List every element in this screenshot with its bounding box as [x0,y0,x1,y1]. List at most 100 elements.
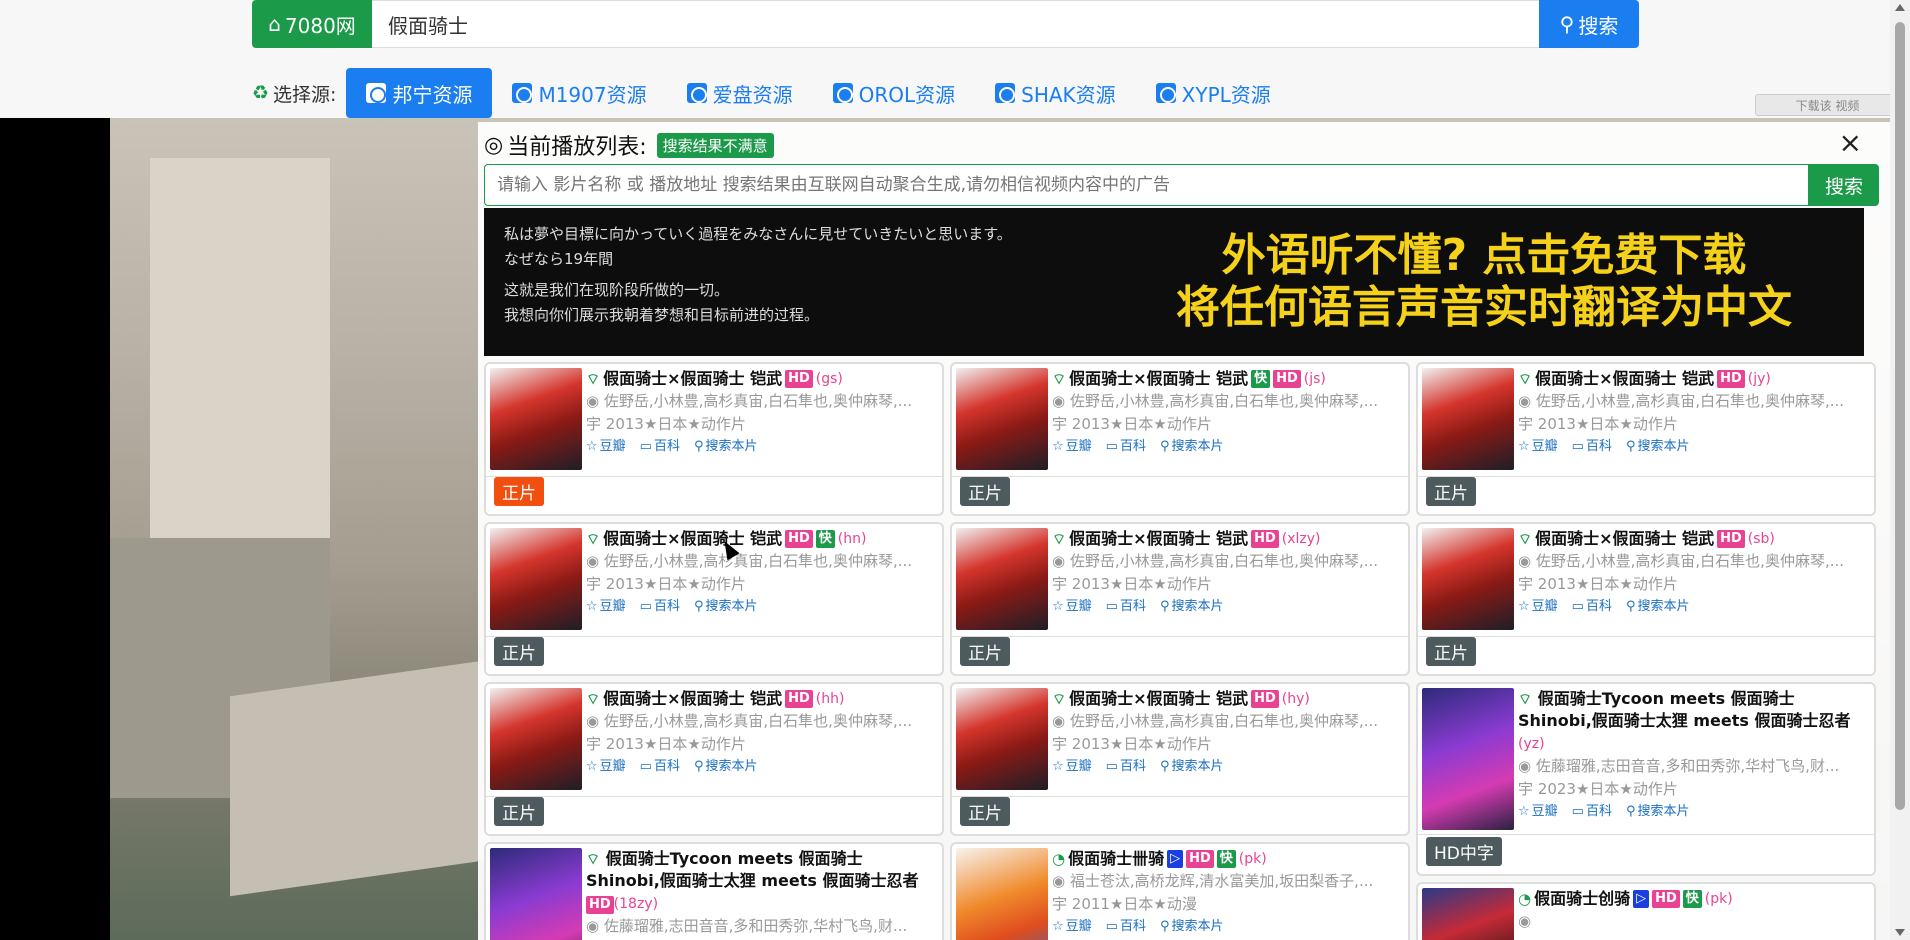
result-card[interactable]: ⌔ 假面骑士×假面骑士 铠武快 HD (js) ◉ 佐野岳,小林豊,高杉真宙,白石隼也… [950,362,1410,516]
result-card[interactable]: ◔ 假面骑士创骑 ▷ HD 快 (pk) ◉ [1416,882,1876,940]
source-tab-bangning[interactable]: 邦宁资源 [346,68,493,118]
result-card[interactable]: ⌔ 假面骑士×假面骑士 铠武 HD (sb) ◉ 佐野岳,小林豊,高杉真宙,白石隼也,… [1416,522,1876,676]
signal-icon: ⌔ [1518,370,1533,388]
douban-link[interactable]: ☆ 豆瓣 [1518,436,1558,458]
result-card[interactable]: ⌔ 假面骑士×假面骑士 铠武 HD (hy) ◉ 佐野岳,小林豊,高杉真宙,白石隼也,… [950,682,1410,836]
poster-thumbnail[interactable] [956,848,1048,940]
poster-thumbnail[interactable] [490,368,582,470]
page-scrollbar[interactable] [1890,0,1910,940]
douban-link[interactable]: ☆ 豆瓣 [586,436,626,458]
baike-link[interactable]: ▭ 百科 [1106,436,1146,458]
panel-search-input[interactable] [484,164,1809,206]
baike-link[interactable]: ▭ 百科 [640,596,680,618]
baike-link[interactable]: ▭ 百科 [1106,596,1146,618]
result-card[interactable]: ⌔ 假面骑士×假面骑士 铠武 HD (xlzy) ◉ 佐野岳,小林豊,高杉真宙,白石隼… [950,522,1410,676]
search-film-link[interactable]: ⚲ 搜索本片 [1160,756,1224,778]
search-input[interactable] [372,0,1539,48]
baike-link[interactable]: ▭ 百科 [1572,436,1612,458]
card-title[interactable]: 假面骑士卌骑 [1068,848,1164,870]
poster-thumbnail[interactable] [1422,888,1514,940]
search-film-link[interactable]: ⚲ 搜索本片 [1626,436,1690,458]
search-film-link[interactable]: ⚲ 搜索本片 [694,596,758,618]
close-panel-button[interactable]: × [1839,128,1862,158]
status-badge[interactable]: HD中字 [1426,837,1502,866]
card-title[interactable]: 假面骑士Tycoon meets 假面骑士Shinobi,假面骑士太狸 meet… [586,849,919,890]
search-film-link[interactable]: ⚲ 搜索本片 [1626,801,1690,823]
scroll-up-arrow-icon[interactable] [1895,4,1905,11]
source-code: (yz) [1518,736,1545,752]
baike-link[interactable]: ▭ 百科 [640,436,680,458]
card-title[interactable]: 假面骑士×假面骑士 铠武 [1535,528,1714,550]
search-film-link[interactable]: ⚲ 搜索本片 [1160,596,1224,618]
card-title[interactable]: 假面骑士×假面骑士 铠武 [603,528,782,550]
card-title[interactable]: 假面骑士Tycoon meets 假面骑士Shinobi,假面骑士太狸 meet… [1518,689,1851,730]
unsatisfied-results-button[interactable]: 搜索结果不满意 [656,132,774,158]
source-tab-m1907[interactable]: M1907资源 [492,68,666,118]
status-badge[interactable]: 正片 [494,477,544,506]
status-badge[interactable]: 正片 [960,797,1010,826]
search-button[interactable]: ⚲ 搜索 [1539,0,1639,48]
poster-thumbnail[interactable] [956,528,1048,630]
baike-link[interactable]: ▭ 百科 [1572,801,1612,823]
brand-home-button[interactable]: ⌂ 7080网 [252,0,372,48]
status-badge[interactable]: 正片 [1426,477,1476,506]
douban-link[interactable]: ☆ 豆瓣 [1052,436,1092,458]
scrollbar-thumb[interactable] [1895,22,1905,810]
search-film-link[interactable]: ⚲ 搜索本片 [694,756,758,778]
poster-thumbnail[interactable] [1422,688,1514,830]
source-tab-aipan[interactable]: 爱盘资源 [667,68,813,118]
status-badge[interactable]: 正片 [1426,637,1476,666]
douban-link[interactable]: ☆ 豆瓣 [586,756,626,778]
douban-link[interactable]: ☆ 豆瓣 [586,596,626,618]
poster-thumbnail[interactable] [1422,528,1514,630]
source-tab-orol[interactable]: OROL资源 [813,68,976,118]
card-title[interactable]: 假面骑士×假面骑士 铠武 [603,688,782,710]
card-title[interactable]: 假面骑士×假面骑士 铠武 [1069,368,1248,390]
card-title[interactable]: 假面骑士×假面骑士 铠武 [1069,688,1248,710]
source-tab-shak[interactable]: SHAK资源 [975,68,1136,118]
poster-thumbnail[interactable] [490,848,582,940]
result-card[interactable]: ◔ 假面骑士卌骑 ▷ HD 快 (pk) ◉ 福士苍汰,高桥龙辉,清水富美加,坂田梨香子,… [950,842,1410,940]
card-info: ⌔ 假面骑士×假面骑士 铠武 HD (sb) ◉ 佐野岳,小林豊,高杉真宙,白石隼也,… [1518,528,1868,618]
poster-thumbnail[interactable] [956,368,1048,470]
result-card[interactable]: ⌔ 假面骑士×假面骑士 铠武 HD 快 (hn) ◉ 佐野岳,小林豊,高杉真宙,白石隼也… [484,522,944,676]
baike-link[interactable]: ▭ 百科 [1106,916,1146,938]
card-title[interactable]: 假面骑士×假面骑士 铠武 [1535,368,1714,390]
calendar-icon: 宇 [1518,415,1534,433]
result-card[interactable]: ⌔ 假面骑士×假面骑士 铠武 HD (jy) ◉ 佐野岳,小林豊,高杉真宙,白石隼也,… [1416,362,1876,516]
scroll-down-arrow-icon[interactable] [1895,929,1905,936]
source-tab-xypl[interactable]: XYPL资源 [1136,68,1291,118]
douban-link[interactable]: ☆ 豆瓣 [1518,801,1558,823]
douban-link[interactable]: ☆ 豆瓣 [1052,916,1092,938]
card-title[interactable]: 假面骑士创骑 [1534,888,1630,910]
search-film-link[interactable]: ⚲ 搜索本片 [694,436,758,458]
douban-link[interactable]: ☆ 豆瓣 [1052,596,1092,618]
poster-thumbnail[interactable] [490,528,582,630]
search-film-link[interactable]: ⚲ 搜索本片 [1160,436,1224,458]
search-film-link[interactable]: ⚲ 搜索本片 [1626,596,1690,618]
baike-link[interactable]: ▭ 百科 [1106,756,1146,778]
result-card[interactable]: ⌔ 假面骑士Tycoon meets 假面骑士Shinobi,假面骑士太狸 me… [484,842,944,940]
poster-thumbnail[interactable] [1422,368,1514,470]
poster-thumbnail[interactable] [956,688,1048,790]
search-film-link[interactable]: ⚲ 搜索本片 [1160,916,1224,938]
card-info: ⌔ 假面骑士×假面骑士 铠武 HD (hh) ◉ 佐野岳,小林豊,高杉真宙,白石隼也,… [586,688,936,778]
status-badge[interactable]: 正片 [494,797,544,826]
result-card[interactable]: ⌔ 假面骑士×假面骑士 铠武 HD (gs) ◉ 佐野岳,小林豊,高杉真宙,白石隼也,… [484,362,944,516]
card-title[interactable]: 假面骑士×假面骑士 铠武 [603,368,782,390]
result-card[interactable]: ⌔ 假面骑士Tycoon meets 假面骑士Shinobi,假面骑士太狸 me… [1416,682,1876,876]
douban-link[interactable]: ☆ 豆瓣 [1518,596,1558,618]
status-badge[interactable]: 正片 [960,637,1010,666]
translation-ad-banner[interactable]: 私は夢や目標に向かっていく過程をみなさんに見せていきたいと思います。 なぜなら1… [484,208,1864,356]
status-badge[interactable]: 正片 [960,477,1010,506]
douban-link[interactable]: ☆ 豆瓣 [1052,756,1092,778]
result-card[interactable]: ⌔ 假面骑士×假面骑士 铠武 HD (hh) ◉ 佐野岳,小林豊,高杉真宙,白石隼也,… [484,682,944,836]
download-video-badge[interactable]: 下载该 视频 [1755,94,1900,116]
baike-link[interactable]: ▭ 百科 [1572,596,1612,618]
card-year: 宇 2013★日本★动作片 [586,415,746,433]
baike-link[interactable]: ▭ 百科 [640,756,680,778]
card-title[interactable]: 假面骑士×假面骑士 铠武 [1069,528,1248,550]
status-badge[interactable]: 正片 [494,637,544,666]
poster-thumbnail[interactable] [490,688,582,790]
panel-search-button[interactable]: 搜索 [1809,164,1879,206]
